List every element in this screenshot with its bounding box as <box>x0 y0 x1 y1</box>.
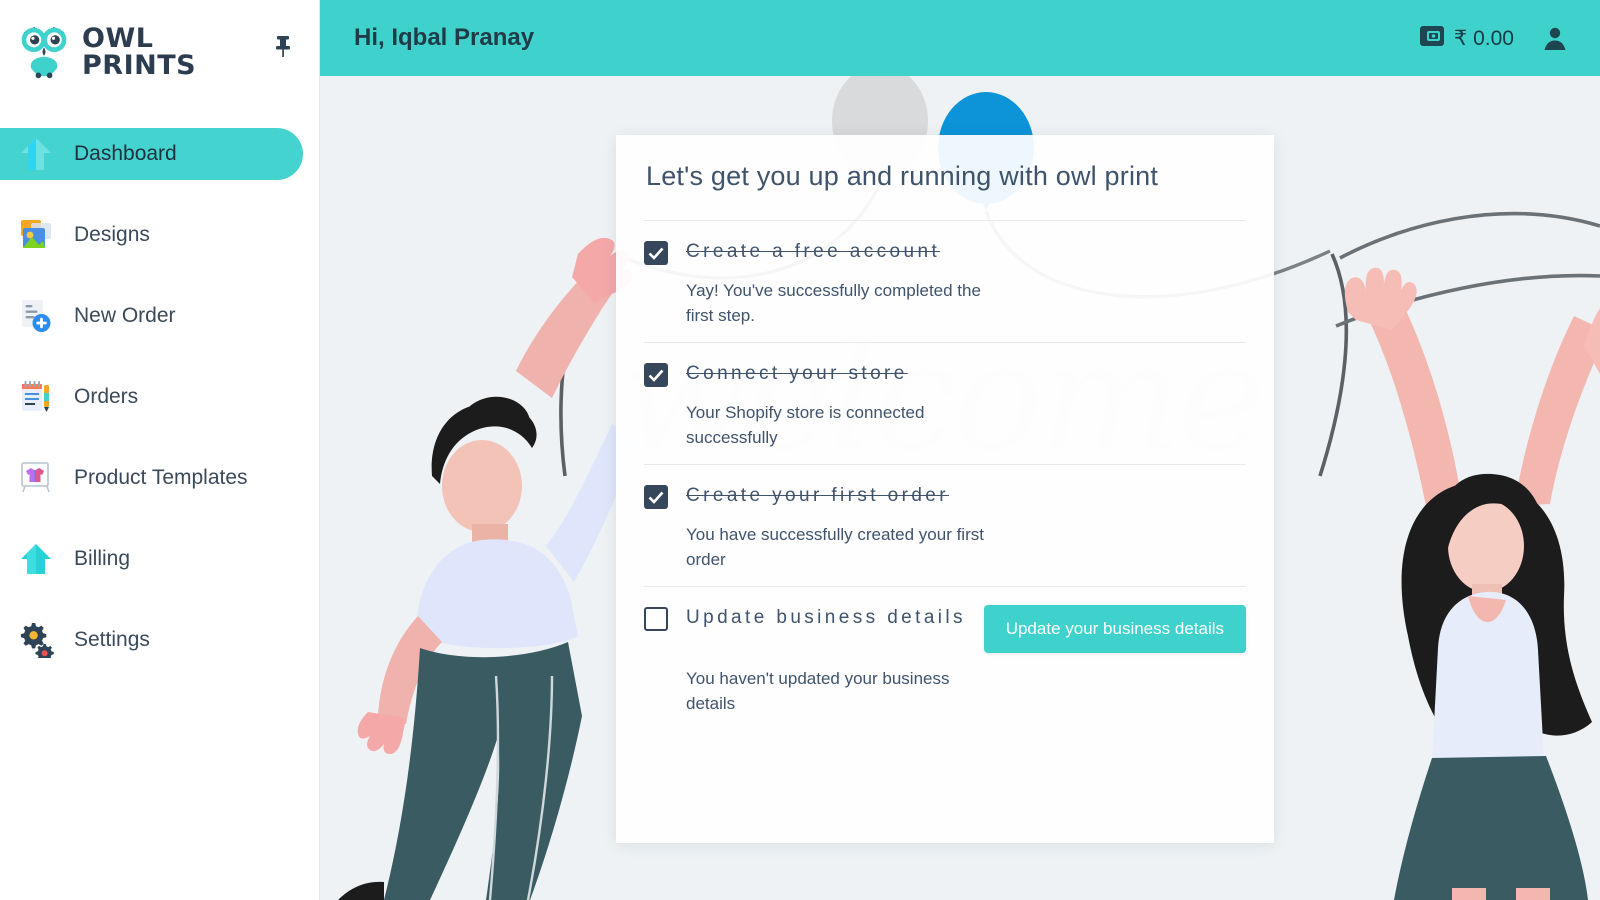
dashboard-stage: welcome Let's get you up and running wit… <box>320 76 1600 900</box>
sidebar-item-label: Product Templates <box>74 466 248 489</box>
app-root: OWL PRINTS Dashboard Designs New Order O… <box>0 0 1600 900</box>
sidebar-item-label: New Order <box>74 304 176 327</box>
sidebar-item-settings[interactable]: Settings <box>0 614 319 666</box>
checklist-item-head: Create your first order <box>644 483 1246 509</box>
step-title: Connect your store <box>686 363 908 384</box>
brand-line-2: PRINTS <box>82 50 197 81</box>
notepad-icon <box>14 375 58 419</box>
pin-icon[interactable] <box>265 28 301 64</box>
step-title: Update business details <box>686 607 966 628</box>
step-checkbox[interactable] <box>644 363 668 387</box>
step-title: Create a free account <box>686 241 941 262</box>
card-title: Let's get you up and running with owl pr… <box>646 161 1159 191</box>
onboarding-card: Let's get you up and running with owl pr… <box>616 135 1274 843</box>
step-action: Update your business details <box>983 605 1246 653</box>
step-title: Create your first order <box>686 485 949 506</box>
page-title: Hi, Iqbal Pranay <box>354 24 535 51</box>
topbar-actions: ₹ 0.00 <box>1419 24 1568 53</box>
owl-icon <box>16 23 72 81</box>
step-description: Yay! You've successfully completed the f… <box>686 281 981 325</box>
step-description: Your Shopify store is connected successf… <box>686 403 925 447</box>
home-arrow-icon <box>14 132 58 176</box>
step-description: You have successfully created your first… <box>686 525 984 569</box>
sidebar-item-new-order[interactable]: New Order <box>0 290 319 342</box>
checklist-item: Update business details Update your busi… <box>644 586 1246 730</box>
brand-wordmark: OWL PRINTS <box>82 25 196 79</box>
wallet-amount: ₹ 0.00 <box>1453 26 1514 50</box>
sidebar-item-billing[interactable]: Billing <box>0 533 319 585</box>
sidebar-item-label: Orders <box>74 385 139 408</box>
step-checkbox[interactable] <box>644 485 668 509</box>
step-checkbox[interactable] <box>644 241 668 265</box>
wallet-icon <box>1419 24 1445 53</box>
checklist-item-head: Create a free account <box>644 239 1246 265</box>
sidebar-item-dashboard[interactable]: Dashboard <box>0 128 303 180</box>
sidebar-header: OWL PRINTS <box>0 0 319 104</box>
wallet-balance[interactable]: ₹ 0.00 <box>1419 24 1514 53</box>
step-checkbox[interactable] <box>644 607 668 631</box>
avatar[interactable] <box>1542 25 1568 51</box>
checklist-item: Create a free account Yay! You've succes… <box>644 220 1246 342</box>
brand-logo[interactable]: OWL PRINTS <box>16 23 196 81</box>
sidebar-item-orders[interactable]: Orders <box>0 371 319 423</box>
gears-icon <box>14 618 58 662</box>
checklist-item: Connect your store Your Shopify store is… <box>644 342 1246 464</box>
sidebar-item-label: Designs <box>74 223 150 246</box>
main-area: Hi, Iqbal Pranay ₹ 0.00 Let's get you up… <box>320 0 1600 900</box>
sidebar-item-label: Dashboard <box>74 142 177 165</box>
topbar: Hi, Iqbal Pranay ₹ 0.00 <box>320 0 1600 76</box>
step-description: You haven't updated your business detail… <box>686 669 950 713</box>
checklist-item: Create your first order You have success… <box>644 464 1246 586</box>
home-icon <box>14 537 58 581</box>
sidebar-item-designs[interactable]: Designs <box>0 209 319 261</box>
tshirt-frame-icon <box>14 456 58 500</box>
sidebar-item-label: Billing <box>74 547 131 570</box>
onboarding-checklist: Create a free account Yay! You've succes… <box>616 220 1274 730</box>
checklist-item-head: Update business details Update your busi… <box>644 605 1246 653</box>
sidebar-nav: Dashboard Designs New Order Orders Produ… <box>0 128 319 666</box>
checklist-item-head: Connect your store <box>644 361 1246 387</box>
document-plus-icon <box>14 294 58 338</box>
sidebar-item-product-templates[interactable]: Product Templates <box>0 452 319 504</box>
sidebar-item-label: Settings <box>74 628 150 651</box>
sidebar: OWL PRINTS Dashboard Designs New Order O… <box>0 0 320 900</box>
update-business-details-button[interactable]: Update your business details <box>983 605 1246 653</box>
images-icon <box>14 213 58 257</box>
